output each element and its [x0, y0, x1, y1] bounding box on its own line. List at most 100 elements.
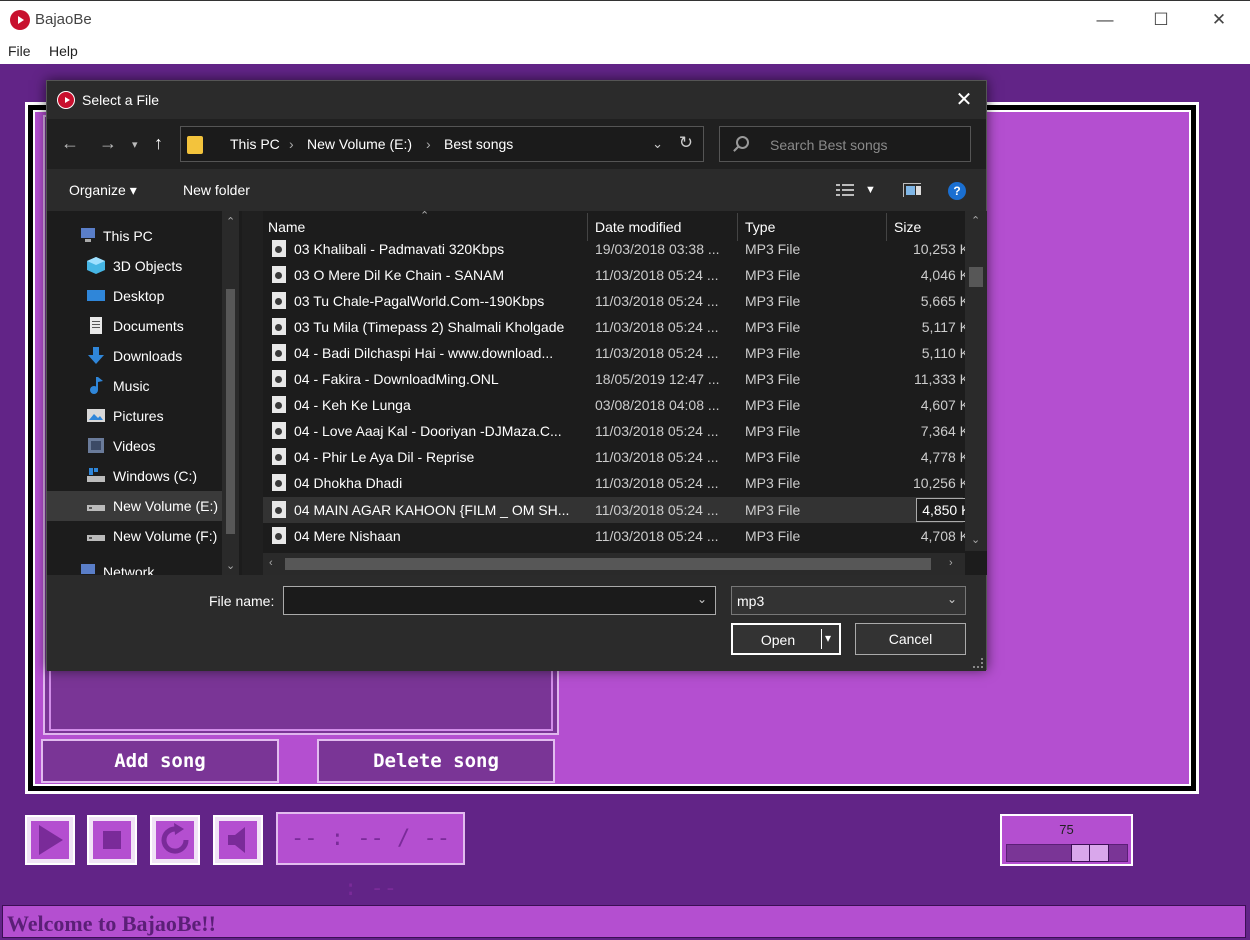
music-icon [90, 377, 103, 394]
view-dropdown-icon[interactable]: ▼ [865, 184, 876, 196]
volume-control: 75 [1000, 814, 1133, 866]
scroll-right-icon[interactable]: › [949, 557, 953, 569]
scroll-up-icon[interactable]: ⌃ [971, 214, 980, 227]
breadcrumb-volume-e[interactable]: New Volume (E:) [307, 136, 412, 152]
dialog-toolbar: Organize ▾ New folder ▼ ? [47, 169, 986, 211]
file-name-input[interactable] [288, 590, 678, 611]
column-header-size[interactable]: Size [894, 219, 921, 235]
organize-button[interactable]: Organize ▾ [69, 182, 137, 199]
file-row[interactable]: 04 - Keh Ke Lunga 03/08/2018 04:08 ... MP3… [263, 392, 969, 418]
menu-help[interactable]: Help [49, 43, 78, 59]
computer-icon [81, 228, 95, 242]
back-arrow-icon[interactable]: ← [61, 133, 79, 154]
file-list-scroll-thumb[interactable] [969, 267, 983, 287]
column-header-date[interactable]: Date modified [595, 219, 681, 235]
nav-item-music[interactable]: Music [47, 371, 222, 401]
nav-item-new-volume-f[interactable]: New Volume (F:) [47, 521, 222, 551]
file-name-dropdown-icon[interactable]: ⌄ [697, 592, 707, 606]
menubar: File Help [0, 38, 1250, 64]
add-song-button[interactable]: Add song [41, 739, 279, 783]
nav-item-downloads[interactable]: Downloads [47, 341, 222, 371]
mp3-file-icon [272, 318, 286, 335]
file-row[interactable]: 03 O Mere Dil Ke Chain - SANAM 11/03/2018… [263, 262, 969, 288]
file-row[interactable]: 04 - Phir Le Aya Dil - Reprise 11/03/2018… [263, 444, 969, 470]
stop-button[interactable] [87, 815, 137, 865]
file-list-scrollbar[interactable]: ⌃ ⌄ [965, 211, 987, 551]
file-type-value: mp3 [737, 593, 765, 609]
nav-item-pictures[interactable]: Pictures [47, 401, 222, 431]
document-icon [90, 317, 102, 334]
menu-file[interactable]: File [8, 43, 31, 59]
open-dropdown-icon[interactable]: ▾ [825, 631, 831, 645]
minimize-button[interactable]: — [1082, 7, 1128, 35]
nav-item-network[interactable]: Network [47, 557, 222, 575]
file-row[interactable]: 04 Dhokha Dhadi 11/03/2018 05:24 ... MP3 F… [263, 470, 969, 496]
file-row[interactable]: 03 Khalibali - Padmavati 320Kbps 19/03/20… [263, 236, 969, 262]
view-details-icon[interactable] [836, 183, 854, 197]
mp3-file-icon [272, 527, 286, 544]
time-display: -- : -- / -- : -- [276, 812, 465, 901]
scroll-down-icon[interactable]: ⌄ [226, 559, 235, 572]
file-type-select[interactable]: mp3 ⌄ [731, 586, 966, 615]
forward-arrow-icon[interactable]: → [99, 133, 117, 154]
nav-item-new-volume-e[interactable]: New Volume (E:) [47, 491, 222, 521]
file-row[interactable]: 04 - Fakira - DownloadMing.ONL 18/05/2019… [263, 366, 969, 392]
file-row[interactable]: 04 - Love Aaaj Kal - Dooriyan -DJMaza.C.… [263, 418, 969, 444]
play-icon [39, 825, 63, 855]
mp3-file-icon [272, 370, 286, 387]
file-row[interactable]: 03 Tu Mila (Timepass 2) Shalmali Kholgad… [263, 314, 969, 340]
dialog-close-icon[interactable]: ✕ [952, 87, 976, 112]
nav-item-windows-c[interactable]: Windows (C:) [47, 461, 222, 491]
volume-slider[interactable] [1006, 844, 1128, 862]
recent-dropdown-icon[interactable]: ▾ [132, 138, 138, 151]
scroll-down-icon[interactable]: ⌄ [971, 533, 980, 546]
nav-item-documents[interactable]: Documents [47, 311, 222, 341]
volume-slider-thumb[interactable] [1071, 844, 1109, 862]
breadcrumb-this-pc[interactable]: This PC [230, 136, 280, 152]
file-row-selected[interactable]: 04 MAIN AGAR KAHOON {FILM _ OM SH... 11/0… [263, 497, 986, 523]
nav-item-this-pc[interactable]: This PC [47, 221, 222, 251]
horizontal-scroll-thumb[interactable] [285, 558, 931, 570]
address-dropdown-icon[interactable]: ⌄ [652, 136, 663, 152]
address-bar[interactable]: This PC › New Volume (E:) › Best songs ⌄… [180, 126, 704, 162]
up-arrow-icon[interactable]: ↑ [154, 133, 163, 154]
file-list-pane: ⌃ Name Date modified Type Size 03 Khalib… [263, 211, 987, 575]
video-icon [88, 438, 104, 453]
navigation-scrollbar[interactable]: ⌃ ⌄ [222, 211, 239, 575]
scroll-up-icon[interactable]: ⌃ [226, 215, 235, 228]
repeat-button[interactable] [150, 815, 200, 865]
resize-grip-icon[interactable] [973, 658, 983, 668]
nav-item-desktop[interactable]: Desktop [47, 281, 222, 311]
mp3-file-icon [272, 422, 286, 439]
search-box[interactable]: Search Best songs [719, 126, 971, 162]
status-bar: Welcome to BajaoBe!! [2, 905, 1246, 938]
mute-button[interactable] [213, 815, 263, 865]
new-folder-button[interactable]: New folder [183, 182, 250, 198]
scroll-left-icon[interactable]: ‹ [269, 557, 273, 569]
refresh-icon[interactable]: ↻ [679, 133, 693, 153]
dialog-titlebar: Select a File ✕ [47, 81, 986, 119]
delete-song-button[interactable]: Delete song [317, 739, 555, 783]
play-button[interactable] [25, 815, 75, 865]
file-row[interactable]: 04 Mere Nishaan 11/03/2018 05:24 ... MP3 F… [263, 523, 969, 549]
preview-pane-icon[interactable] [903, 183, 921, 197]
file-row[interactable]: 04 - Badi Dilchaspi Hai - www.download..… [263, 340, 969, 366]
nav-item-3d-objects[interactable]: 3D Objects [47, 251, 222, 281]
maximize-button[interactable]: ☐ [1138, 7, 1184, 35]
help-icon[interactable]: ? [948, 182, 966, 200]
file-type-dropdown-icon: ⌄ [946, 592, 957, 606]
nav-item-videos[interactable]: Videos [47, 431, 222, 461]
open-button[interactable]: Open ▾ [731, 623, 841, 655]
close-button[interactable]: ✕ [1196, 7, 1242, 35]
navigation-scroll-thumb[interactable] [226, 289, 235, 534]
cancel-button[interactable]: Cancel [855, 623, 966, 655]
column-header-type[interactable]: Type [745, 219, 775, 235]
stop-icon [103, 831, 121, 849]
windows-drive-icon [87, 468, 105, 482]
column-header-name[interactable]: Name [268, 219, 305, 235]
breadcrumb-best-songs[interactable]: Best songs [444, 136, 513, 152]
file-name-combobox[interactable]: ⌄ [283, 586, 716, 615]
file-row[interactable]: 03 Tu Chale-PagalWorld.Com--190Kbps 11/03… [263, 288, 969, 314]
file-list-horizontal-scrollbar[interactable]: ‹ › [263, 553, 965, 575]
volume-value: 75 [1059, 822, 1074, 837]
